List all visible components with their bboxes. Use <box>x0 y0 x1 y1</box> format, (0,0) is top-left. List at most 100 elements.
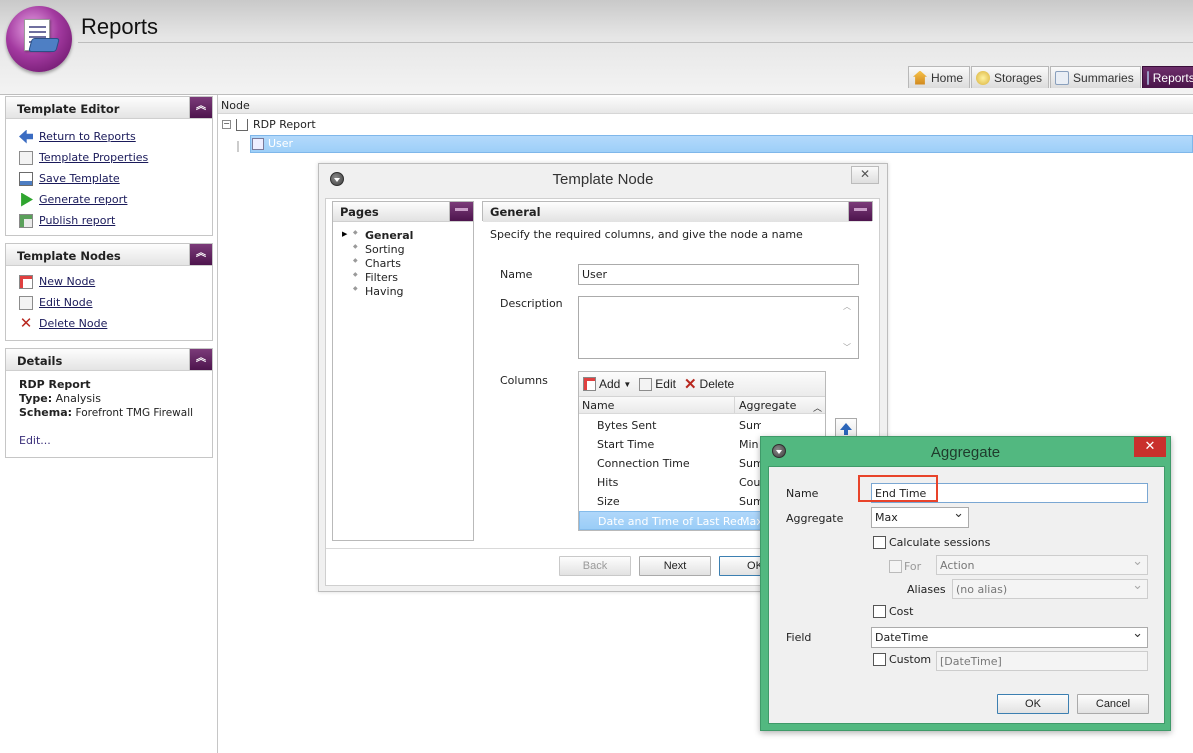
tree-selected-row[interactable] <box>250 135 1193 153</box>
new-node-icon <box>19 274 33 289</box>
close-button[interactable]: ✕ <box>1134 437 1166 457</box>
scroll-up-icon[interactable]: ︿ <box>813 401 822 414</box>
edit-node-link[interactable]: Edit Node <box>6 292 212 313</box>
dialog-menu-icon[interactable] <box>330 172 344 186</box>
summaries-icon <box>1055 70 1070 85</box>
delete-column-button[interactable]: ✕ Delete <box>684 375 734 393</box>
generate-report-link[interactable]: Generate report <box>6 189 212 210</box>
general-section-header: General <box>482 201 873 222</box>
page-having[interactable]: Having <box>333 285 473 299</box>
publish-report-link[interactable]: Publish report <box>6 210 212 231</box>
custom-label: Custom <box>889 653 932 666</box>
tree-expander-icon <box>237 139 239 152</box>
report-name: RDP Report <box>19 378 91 391</box>
scroll-up-icon: ︿ <box>843 302 851 311</box>
return-to-reports-link[interactable]: Return to Reports <box>6 126 212 147</box>
for-label: For <box>904 560 922 573</box>
details-edit-link[interactable]: Edit... <box>19 434 212 448</box>
for-select[interactable]: Action <box>936 554 1148 575</box>
cancel-button[interactable]: Cancel <box>1077 694 1149 714</box>
app-title: Reports <box>81 14 159 39</box>
dropdown-arrow-icon: ▼ <box>623 379 632 389</box>
back-button[interactable]: Back <box>559 556 631 576</box>
pages-list: Pages General Sorting Charts Filters Hav… <box>332 201 474 541</box>
new-node-link[interactable]: New Node <box>6 271 212 292</box>
save-template-link[interactable]: Save Template <box>6 168 212 189</box>
tree-node-user[interactable]: User <box>252 137 293 150</box>
back-arrow-icon <box>19 129 33 144</box>
tab-home[interactable]: Home <box>908 66 971 88</box>
collapse-chevron-icon[interactable]: ︽ <box>189 349 212 370</box>
aliases-select[interactable]: (no alias) <box>952 578 1148 599</box>
custom-checkbox[interactable] <box>873 653 886 666</box>
dialog-title: Aggregate <box>930 444 1001 461</box>
aggregate-dialog: Aggregate ✕ Name End Time Aggregate Max … <box>760 436 1171 731</box>
panel-title: Template Nodes <box>17 249 121 263</box>
ok-button[interactable]: OK <box>997 694 1069 714</box>
collapse-tree-icon[interactable]: − <box>222 120 231 129</box>
page-filters[interactable]: Filters <box>333 271 473 285</box>
collapse-chevron-icon[interactable]: ︽ <box>189 244 212 265</box>
edit-icon <box>639 377 653 391</box>
page-charts[interactable]: Charts <box>333 257 473 271</box>
dialog-menu-icon[interactable] <box>772 444 786 458</box>
tab-reports[interactable]: Reports <box>1141 66 1193 88</box>
delete-x-icon: ✕ <box>19 313 33 332</box>
template-editor-panel: Template Editor ︽ Return to Reports Temp… <box>5 96 213 236</box>
node-name-input[interactable]: User <box>578 264 859 285</box>
scroll-down-icon: ﹀ <box>843 343 851 352</box>
add-column-button[interactable]: Add ▼ <box>583 377 631 391</box>
close-button[interactable]: ✕ <box>851 166 879 184</box>
calculate-sessions-label: Calculate sessions <box>889 536 991 549</box>
template-properties-link[interactable]: Template Properties <box>6 147 212 168</box>
tree-node-rdp-report[interactable]: − RDP Report <box>222 118 316 131</box>
table-row[interactable]: Bytes Sent Sum <box>579 416 809 435</box>
tab-summaries[interactable]: Summaries <box>1050 66 1141 88</box>
delete-node-link[interactable]: ✕ Delete Node <box>6 313 212 334</box>
collapse-icon <box>449 202 473 221</box>
nav-tabs: Home Storages Summaries Reports <box>908 66 1193 88</box>
page-sorting[interactable]: Sorting <box>333 243 473 257</box>
hierarchy-icon <box>236 118 248 131</box>
reports-logo-icon <box>6 6 72 72</box>
edit-column-button[interactable]: Edit <box>639 377 676 391</box>
next-button[interactable]: Next <box>639 556 711 576</box>
publish-icon <box>19 213 33 228</box>
aggregate-select[interactable]: Max <box>871 506 969 528</box>
panel-title: Details <box>17 354 63 368</box>
save-icon <box>19 171 33 186</box>
field-select[interactable]: DateTime <box>871 626 1148 648</box>
page-general[interactable]: General <box>333 229 473 243</box>
report-type: Type: Analysis <box>19 392 101 405</box>
name-label: Name <box>500 268 533 281</box>
template-nodes-panel: Template Nodes ︽ New Node Edit Node ✕ De… <box>5 243 213 341</box>
custom-expression-input[interactable]: [DateTime] <box>936 651 1148 671</box>
edit-icon <box>19 295 33 310</box>
instructions-text: Specify the required columns, and give t… <box>490 228 803 241</box>
report-schema: Schema: Forefront TMG Firewall <box>19 406 194 419</box>
columns-toolbar: Add ▼ Edit ✕ Delete <box>579 372 825 397</box>
properties-icon <box>19 150 33 165</box>
node-icon <box>252 137 264 150</box>
for-checkbox[interactable] <box>889 560 902 573</box>
collapse-chevron-icon[interactable]: ︽ <box>189 97 212 118</box>
add-icon <box>583 377 596 391</box>
cost-checkbox[interactable] <box>873 605 886 618</box>
play-icon <box>21 192 33 207</box>
tree-column-header: Node <box>218 97 1193 114</box>
col-header-name[interactable]: Name <box>582 399 614 412</box>
details-panel: Details ︽ RDP Report Type: Analysis Sche… <box>5 348 213 458</box>
col-header-aggregate[interactable]: Aggregate <box>739 399 796 412</box>
delete-x-icon: ✕ <box>683 376 697 393</box>
name-label: Name <box>786 487 819 500</box>
panel-title: Template Editor <box>17 102 120 116</box>
reports-icon <box>1146 70 1149 85</box>
cost-label: Cost <box>889 605 914 618</box>
tab-storages[interactable]: Storages <box>971 66 1050 88</box>
description-textarea[interactable] <box>578 296 859 359</box>
storages-icon <box>976 70 991 85</box>
aliases-label: Aliases <box>907 583 946 596</box>
calculate-sessions-checkbox[interactable] <box>873 536 886 549</box>
field-label: Field <box>786 631 812 644</box>
dialog-title: Template Node <box>552 171 654 188</box>
